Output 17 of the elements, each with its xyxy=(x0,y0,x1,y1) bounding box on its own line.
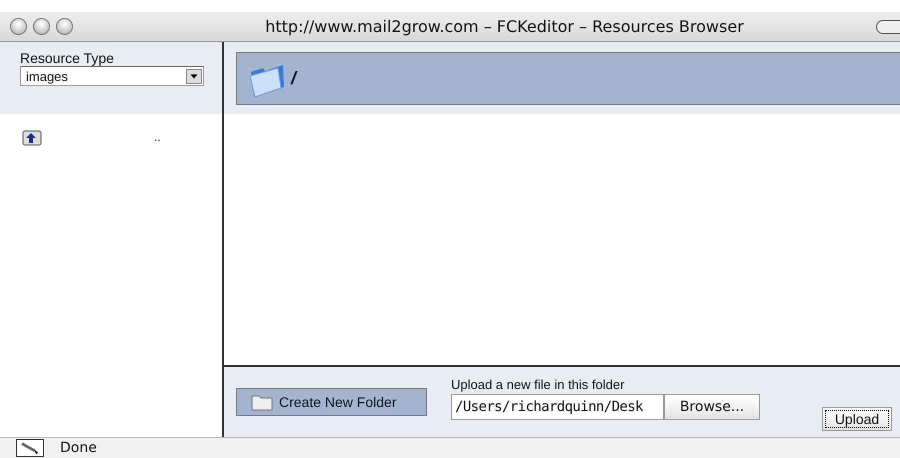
minimize-button[interactable] xyxy=(33,18,50,35)
status-text: Done xyxy=(60,440,97,456)
file-path-field[interactable]: /Users/richardquinn/Desk xyxy=(451,394,664,420)
toolbar-toggle-button[interactable] xyxy=(876,20,900,34)
resource-type-select[interactable]: images xyxy=(20,66,204,86)
zoom-button[interactable] xyxy=(56,18,73,35)
close-button[interactable] xyxy=(10,18,27,35)
create-folder-button[interactable]: Create New Folder xyxy=(236,388,427,416)
resource-type-label: Resource Type xyxy=(20,50,115,66)
upload-button[interactable]: Upload xyxy=(822,407,892,431)
parent-folder-icon[interactable] xyxy=(22,128,42,146)
upload-label: Upload a new file in this folder xyxy=(451,377,626,392)
folder-icon xyxy=(251,393,273,411)
browse-button[interactable]: Browse... xyxy=(664,394,760,420)
current-path: / xyxy=(291,68,296,89)
window-title: http://www.mail2grow.com – FCKeditor – Resources Browser xyxy=(264,17,745,36)
folder-item[interactable]: .. xyxy=(154,130,161,144)
